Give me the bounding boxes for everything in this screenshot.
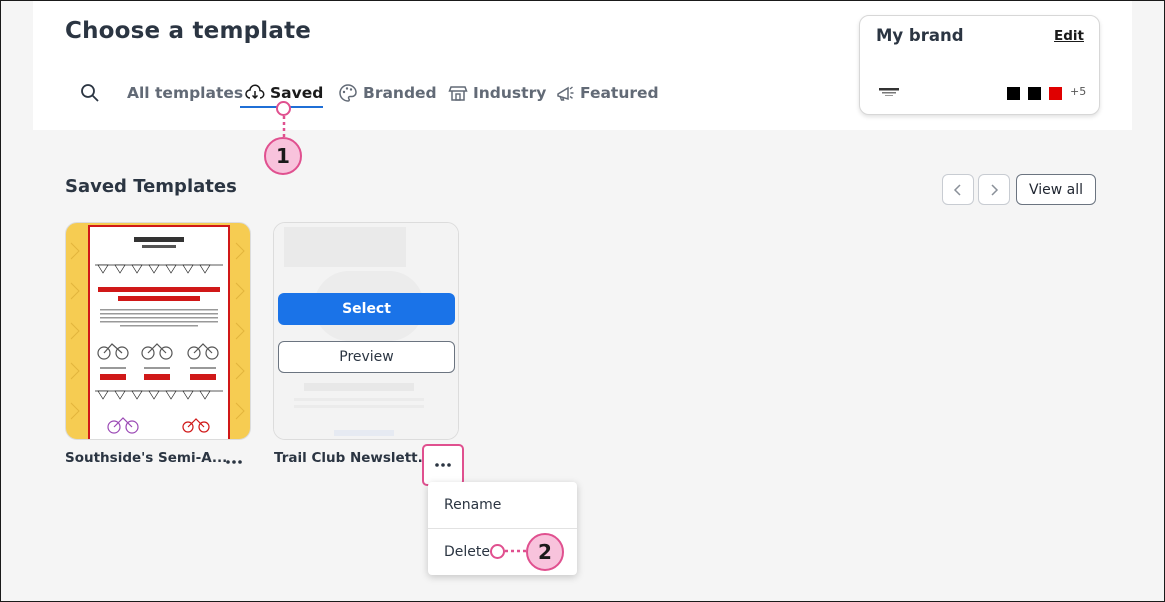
- cloud-download-icon: [245, 84, 265, 100]
- callout-badge-1: 1: [264, 137, 302, 175]
- tab-label: Featured: [580, 84, 659, 102]
- brand-title: My brand: [876, 26, 964, 45]
- tab-industry[interactable]: Industry: [448, 78, 546, 108]
- template-name[interactable]: Southside's Semi-A...: [65, 450, 227, 466]
- more-options-button[interactable]: [222, 452, 246, 472]
- menu-divider: [428, 528, 577, 529]
- search-icon: [81, 84, 99, 102]
- more-icon: [435, 463, 451, 467]
- page-title: Choose a template: [65, 18, 312, 44]
- storefront-icon: [448, 86, 468, 101]
- tab-label: Branded: [363, 84, 437, 102]
- brand-color-swatch: [1049, 87, 1062, 100]
- preview-button[interactable]: Preview: [278, 341, 455, 373]
- tab-label: Industry: [473, 84, 547, 102]
- select-button[interactable]: Select: [278, 293, 455, 325]
- megaphone-icon: [557, 86, 574, 101]
- callout-connector-2: [505, 549, 527, 553]
- tab-all-templates[interactable]: All templates: [127, 78, 243, 108]
- view-all-button[interactable]: View all: [1016, 174, 1096, 205]
- tab-featured[interactable]: Featured: [555, 78, 659, 108]
- brand-logo: [879, 88, 899, 96]
- tab-label: Saved: [270, 84, 324, 102]
- callout-marker-2: [490, 544, 505, 559]
- template-thumbnail-southside[interactable]: [65, 222, 251, 440]
- tab-label: All templates: [127, 84, 244, 102]
- brand-color-swatch: [1028, 87, 1041, 100]
- chevron-right-icon: [991, 183, 999, 196]
- chevron-left-icon: [953, 183, 961, 196]
- callout-marker-1: [276, 101, 291, 116]
- more-colors-count: +5: [1070, 85, 1087, 98]
- tab-search[interactable]: [80, 78, 105, 108]
- more-options-button-highlighted[interactable]: [422, 444, 464, 486]
- email-content-graphic: [95, 237, 223, 434]
- callout-connector-1: [282, 116, 286, 138]
- next-button[interactable]: [978, 174, 1010, 205]
- template-thumbnail-trail-club[interactable]: [273, 222, 459, 440]
- prev-button[interactable]: [942, 174, 974, 205]
- brand-card: My brand Edit +5: [859, 15, 1100, 115]
- email-preview: [88, 225, 230, 439]
- more-icon: [226, 460, 242, 464]
- palette-icon: [339, 84, 357, 102]
- faded-email-preview: [274, 223, 458, 439]
- brand-edit-link[interactable]: Edit: [1054, 28, 1084, 44]
- menu-item-rename[interactable]: Rename: [444, 497, 501, 513]
- brand-color-swatch: [1007, 87, 1020, 100]
- menu-item-delete[interactable]: Delete: [444, 544, 490, 560]
- template-name[interactable]: Trail Club Newslett...: [274, 450, 433, 466]
- section-title: Saved Templates: [65, 176, 237, 197]
- callout-badge-2: 2: [526, 533, 564, 571]
- tab-branded[interactable]: Branded: [338, 78, 437, 108]
